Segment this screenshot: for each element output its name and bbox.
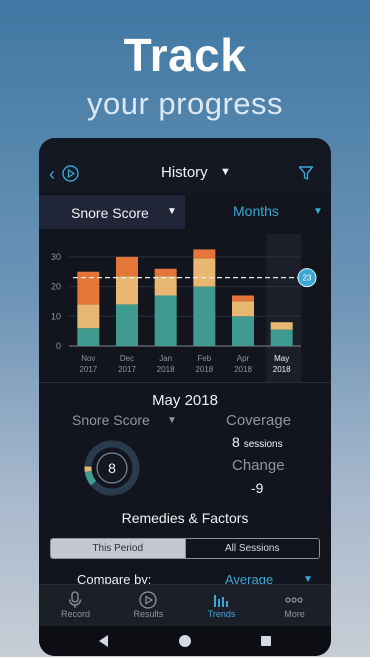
tab-record[interactable]: Record [39,585,112,627]
tab-trends[interactable]: Trends [185,585,258,627]
x-tick-year: 2018 [234,365,252,374]
bar-segment [77,304,100,329]
snore-score-gauge: 8 [84,440,140,496]
back-triangle-icon[interactable] [98,634,110,648]
tab-all-sessions[interactable]: All Sessions [184,539,319,558]
score-metric-label[interactable]: Snore Score [72,412,150,428]
title-dropdown-icon[interactable]: ▼ [220,166,231,178]
bottom-tab-bar: Record Results Trends More [39,584,331,626]
hero-title: Track [123,29,247,81]
bar-segment [116,256,138,277]
x-tick-year: 2018 [157,365,175,374]
bar-segment [116,276,138,305]
y-tick-label: 0 [56,341,61,351]
bar-segment [154,295,177,346]
bar-segment [232,301,254,317]
bar-segment [77,271,100,305]
change-value: -9 [251,480,264,496]
bar-segment [154,268,177,277]
filter-icon[interactable] [298,165,314,181]
bar-segment [270,329,293,346]
tab-this-period[interactable]: This Period [51,539,185,558]
y-tick-label: 10 [51,311,61,321]
coverage-label: Coverage [226,412,292,429]
x-tick-year: 2017 [118,365,136,374]
x-tick-month: Jan [159,354,172,363]
bar-segment [232,295,254,302]
chevron-down-icon: ▼ [167,206,177,217]
x-tick-month: Dec [120,354,134,363]
average-badge-label: 23 [303,274,312,283]
page-title[interactable]: History [161,164,208,181]
tab-results-label: Results [133,609,164,619]
chevron-down-icon: ▼ [313,206,323,217]
remedies-title: Remedies & Factors [121,510,249,526]
x-tick-month: Nov [81,354,95,363]
coverage-number: 8 [232,434,240,450]
play-circle-icon[interactable] [62,165,79,182]
x-tick-month: Feb [197,354,211,363]
x-tick-month: May [274,354,289,363]
chart-selectors: Snore Score ▼ Months ▼ [39,195,331,229]
gauge-arc-low [84,470,97,486]
y-tick-label: 30 [51,252,61,262]
bar-segment [77,328,100,346]
x-tick-month: Apr [237,354,250,363]
microphone-icon [68,591,82,608]
tab-more-label: More [284,609,305,619]
period-dropdown-label: Months [233,203,279,219]
bar-segment [116,304,138,346]
detail-title: May 2018 [152,392,218,409]
metric-dropdown-label: Snore Score [71,205,149,221]
coverage-unit: sessions [243,439,283,450]
tab-more[interactable]: More [258,585,331,627]
bar-segment [232,316,254,346]
home-circle-icon[interactable] [178,634,192,648]
change-label: Change [232,457,285,474]
tab-trends-label: Trends [207,609,236,619]
bar-segment [154,276,177,296]
tab-results[interactable]: Results [112,585,185,627]
metric-dropdown[interactable]: Snore Score ▼ [39,195,185,229]
bar-chart: 0 10 20 30 Nov 2017 Dec 2017 Jan 2018 Feb 2018 Apr 20… [51,234,317,382]
x-tick-year: 2018 [195,365,213,374]
snore-score-chart: 0 10 20 30 Nov 2017 Dec 2017 Jan 2018 Feb 2018 Apr 20… [39,234,331,382]
bar-segment [193,258,216,287]
gauge-value: 8 [108,460,116,476]
bar-segment [193,249,216,259]
period-segmented-control: This Period All Sessions [50,538,320,559]
x-tick-year: 2017 [79,365,97,374]
system-nav-bar [39,626,331,656]
bar-segment [270,322,293,330]
divider [39,382,331,383]
x-tick-year: 2018 [273,365,291,374]
bar-chart-icon [214,595,228,607]
more-dots-icon [285,597,303,603]
recents-square-icon[interactable] [260,634,272,648]
chevron-down-icon[interactable]: ▼ [167,415,177,426]
coverage-value: 8 sessions [232,434,283,450]
tab-record-label: Record [60,609,90,619]
y-tick-label: 20 [51,282,61,292]
play-circle-icon [139,591,157,609]
chevron-left-icon[interactable]: ‹ [49,164,55,184]
app-bar: ‹ History ▼ [39,138,331,193]
hero-subtitle: your progress [86,86,284,121]
phone-screen: ‹ History ▼ Snore Score ▼ Months ▼ 0 10 20… [39,138,331,656]
bar-segment [193,286,216,346]
